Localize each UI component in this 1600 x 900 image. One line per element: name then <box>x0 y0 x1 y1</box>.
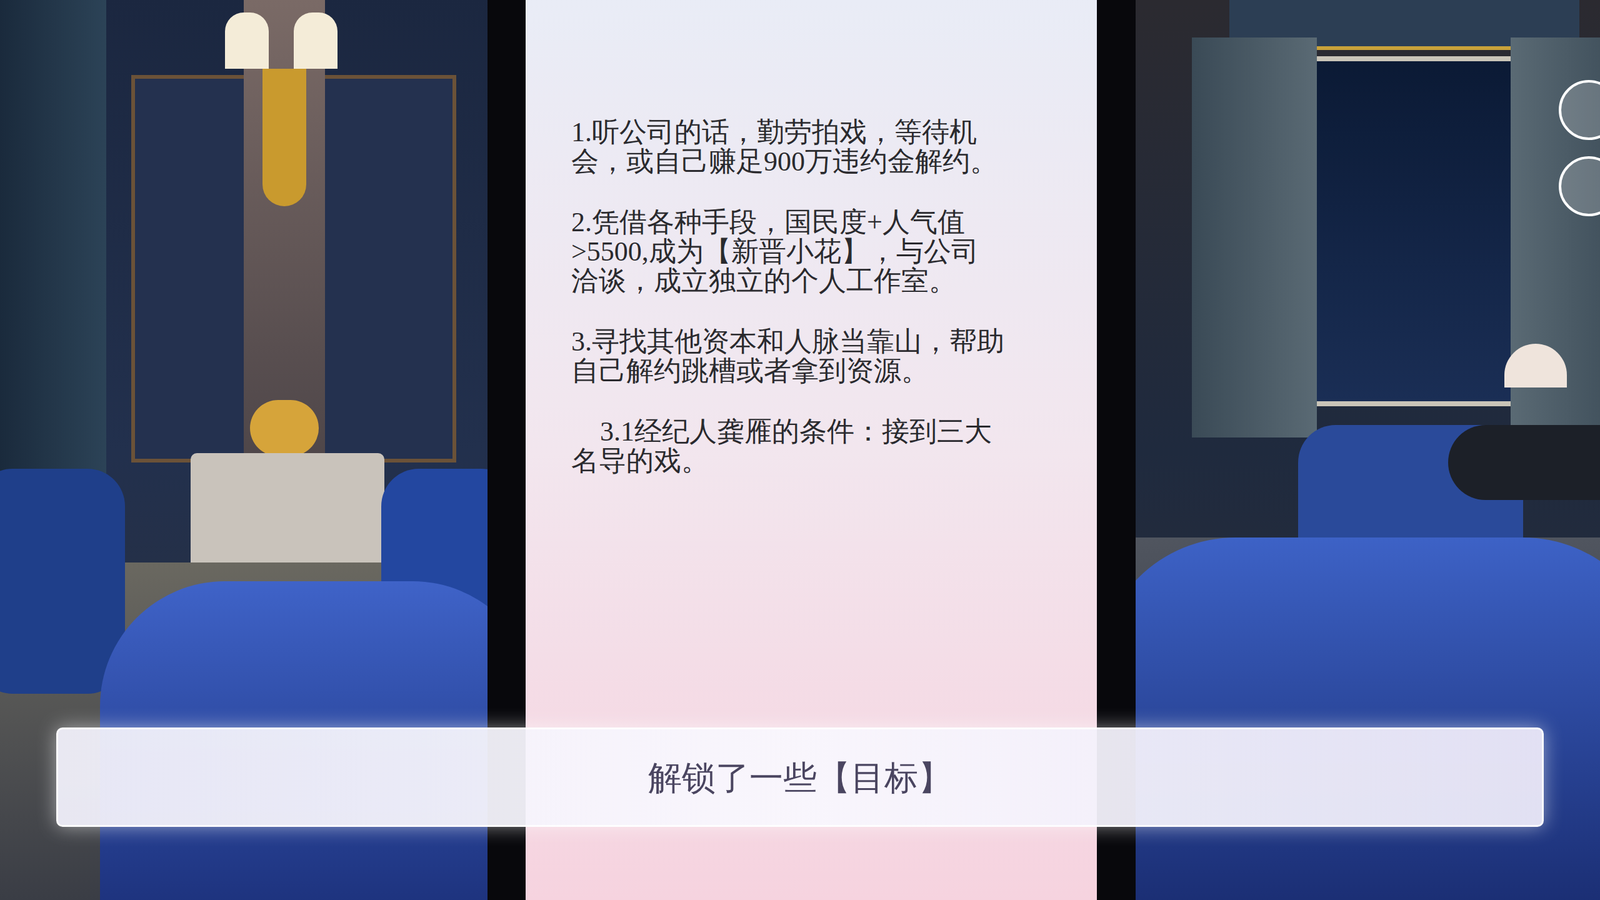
curtain <box>1191 37 1317 438</box>
goal-line: 2.凭借各种手段，国民度+人气值 <box>571 207 1085 237</box>
banner-text: 解锁了一些【目标】 <box>648 757 952 798</box>
sofa <box>1135 537 1600 900</box>
goal-line: 3.1经纪人龚雁的条件：接到三大 <box>600 416 1085 447</box>
game-screen: 1.听公司的话，勤劳拍戏，等待机会，或自己赚足900万违约金解约。 2.凭借各种手… <box>0 0 1600 900</box>
unlock-banner: 解锁了一些【目标】 <box>56 727 1544 827</box>
goal-line: >5500,成为【新晋小花】，与公司 <box>571 236 1085 267</box>
goal-item: 2.凭借各种手段，国民度+人气值>5500,成为【新晋小花】，与公司洽谈，成立独… <box>571 207 1085 296</box>
goal-item: 1.听公司的话，勤劳拍戏，等待机会，或自己赚足900万违约金解约。 <box>571 117 1085 177</box>
goal-line: 1.听公司的话，勤劳拍戏，等待机 <box>571 117 1085 147</box>
window <box>1298 56 1536 407</box>
goal-line: 洽谈，成立独立的个人工作室。 <box>571 266 1085 296</box>
sconce-light <box>293 12 338 69</box>
sconce-light <box>225 12 269 69</box>
goal-line: 3.寻找其他资本和人脉当靠山，帮助 <box>571 326 1085 357</box>
goal-item: 3.寻找其他资本和人脉当靠山，帮助自己解约跳槽或者拿到资源。 <box>571 326 1085 386</box>
goal-line: 自己解约跳槽或者拿到资源。 <box>571 356 1085 386</box>
vase <box>250 400 319 457</box>
goal-line: 会，或自己赚足900万违约金解约。 <box>571 146 1085 177</box>
goal-line: 名导的戏。 <box>571 446 1085 476</box>
sconce-base <box>262 68 307 207</box>
sub-goal-item: 3.1经纪人龚雁的条件：接到三大名导的戏。 <box>571 416 1085 476</box>
round-table <box>1448 425 1600 500</box>
armchair <box>0 468 125 694</box>
